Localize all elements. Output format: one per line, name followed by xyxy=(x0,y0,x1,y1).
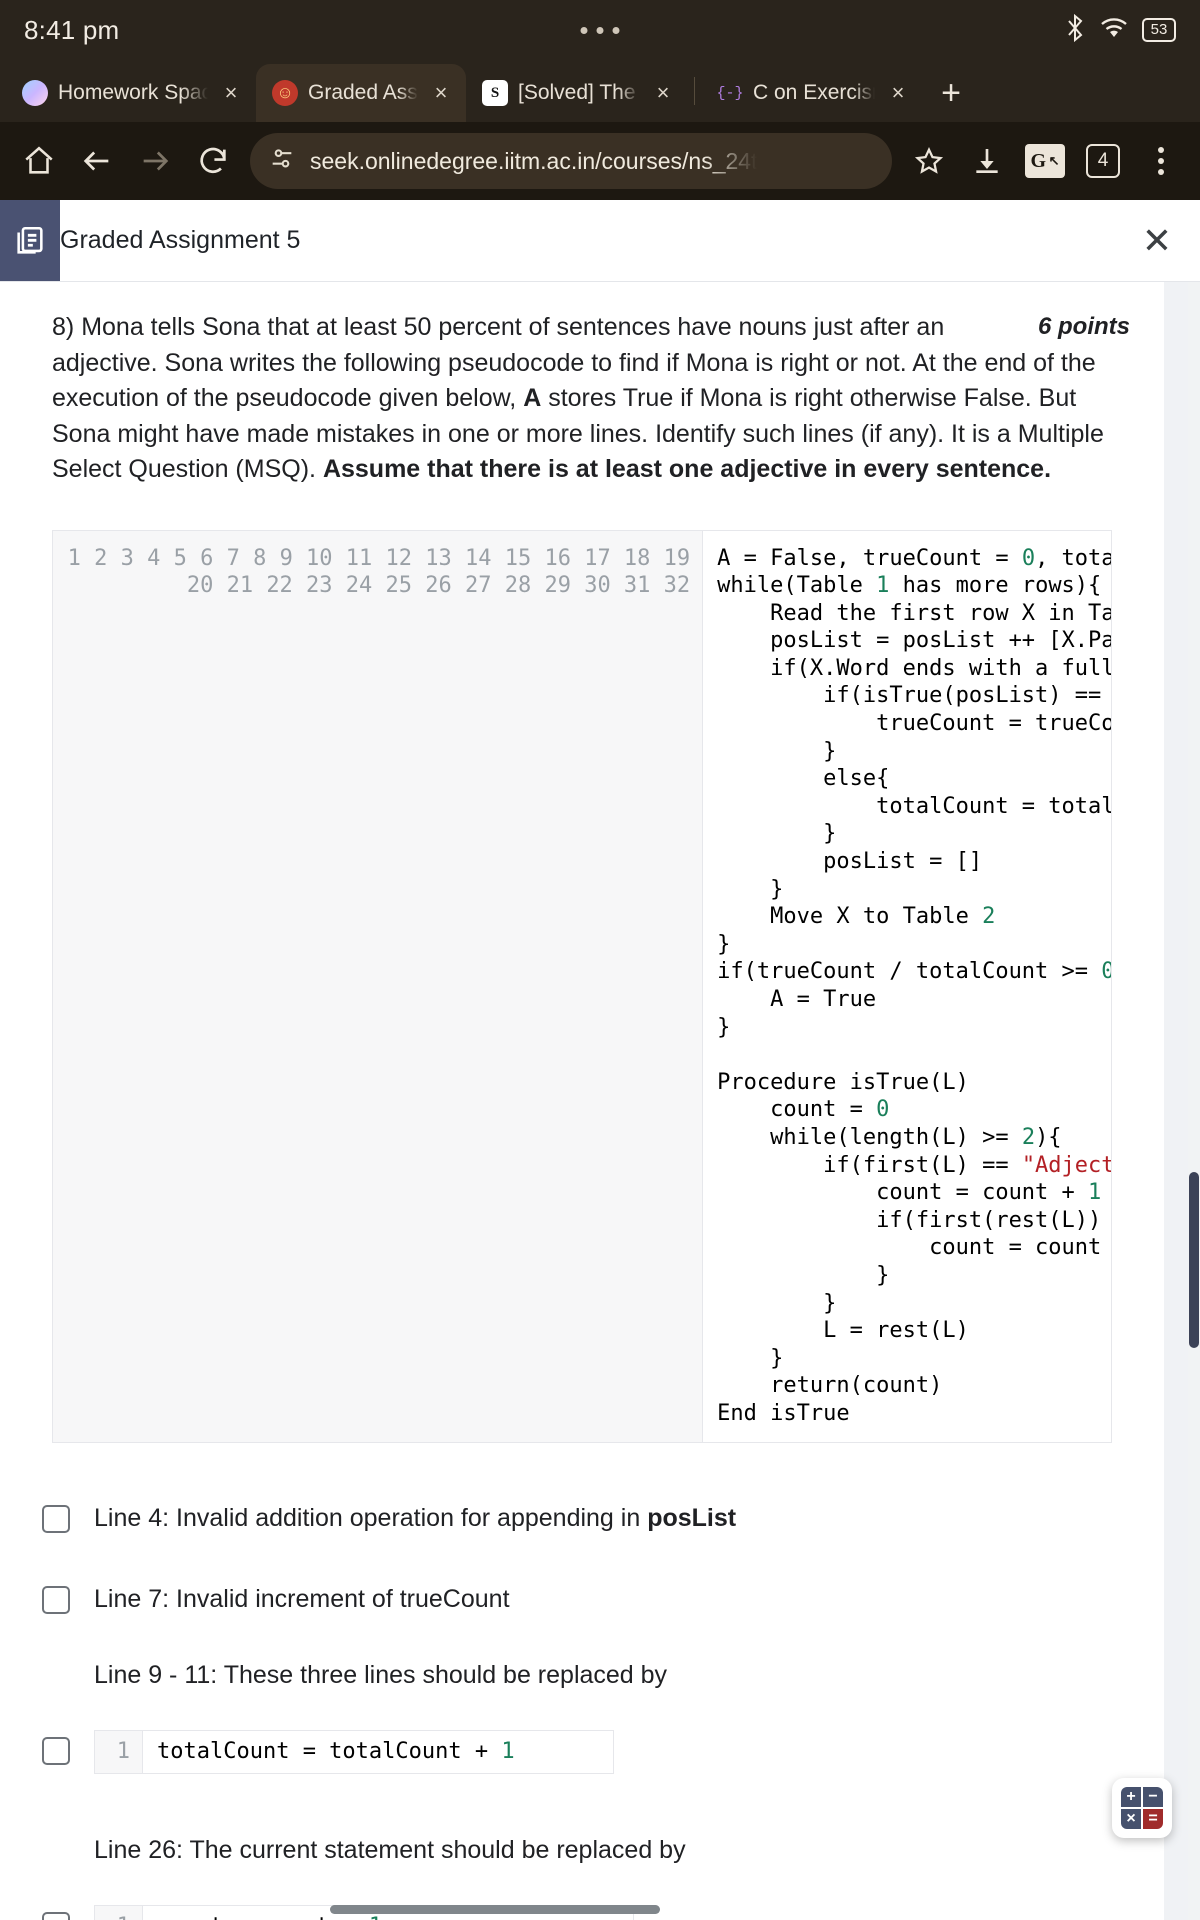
close-icon[interactable]: ✕ xyxy=(1114,200,1200,281)
tab-strip: Homework Space × ☺ Graded Assignmen × S … xyxy=(0,60,1200,122)
forward-arrow-icon[interactable] xyxy=(126,132,184,190)
battery-indicator: 53 xyxy=(1142,17,1176,43)
wifi-icon xyxy=(1100,16,1128,45)
new-tab-button[interactable]: + xyxy=(923,64,979,122)
checkbox-line7[interactable] xyxy=(42,1585,70,1614)
page-title: Graded Assignment 5 xyxy=(60,226,301,254)
browser-tab-homework-space[interactable]: Homework Space × xyxy=(6,64,256,122)
question-number: 8) xyxy=(52,313,75,341)
mini-code-text: totalCount = totalCount + 1 xyxy=(157,1738,515,1764)
question-sheet: 6 points 8) Mona tells Sona that at leas… xyxy=(0,282,1164,1920)
mini-line-number: 1 xyxy=(95,1730,143,1773)
calculator-widget[interactable]: + − × = xyxy=(1112,1778,1172,1838)
status-dots-indicator xyxy=(580,27,620,34)
mini-line-number: 1 xyxy=(95,1905,143,1920)
browser-toolbar: seek.onlinedegree.iitm.ac.in/courses/ns_… xyxy=(0,122,1200,200)
bluetooth-icon xyxy=(1064,13,1086,47)
calculator-icon: + − × = xyxy=(1121,1787,1163,1829)
checkbox-line4[interactable] xyxy=(42,1504,70,1533)
question-text: 6 points 8) Mona tells Sona that at leas… xyxy=(52,310,1130,488)
tab-count-label: 4 xyxy=(1086,144,1120,178)
calc-minus: − xyxy=(1143,1787,1163,1807)
tab-close-icon[interactable]: × xyxy=(885,82,911,104)
browser-tab-graded-assignment[interactable]: ☺ Graded Assignmen × xyxy=(256,64,466,122)
status-clock: 8:41 pm xyxy=(24,14,120,45)
overflow-menu-icon[interactable] xyxy=(1132,132,1190,190)
checkbox-line9-11[interactable] xyxy=(42,1736,70,1765)
calc-times: × xyxy=(1121,1809,1141,1829)
site-settings-icon[interactable] xyxy=(268,145,296,178)
exercism-favicon: {-} xyxy=(717,84,743,102)
download-icon[interactable] xyxy=(958,132,1016,190)
browser-chrome: 8:41 pm 53 Homework Space × ☺ Graded Ass… xyxy=(0,0,1200,200)
question-bold-a: A xyxy=(523,384,542,412)
pseudocode-block: 1 2 3 4 5 6 7 8 9 10 11 12 13 14 15 16 1… xyxy=(52,529,1112,1443)
browser-tab-chegg-solved[interactable]: S [Solved] The given × xyxy=(466,64,688,122)
option-code-line9-11: 1 totalCount = totalCount + 1 xyxy=(94,1729,614,1774)
question-assumption: Assume that there is at least one adject… xyxy=(322,455,1052,483)
url-text: seek.onlinedegree.iitm.ac.in/courses/ns_… xyxy=(310,147,758,174)
tab-close-icon[interactable]: × xyxy=(650,82,676,104)
tab-title: [Solved] The given xyxy=(518,81,640,104)
seek-favicon: ☺ xyxy=(272,80,298,106)
pseudocode-lines: A = False, trueCount = 0, totalCount = 0… xyxy=(717,545,1111,1426)
vertical-scrollbar-thumb[interactable] xyxy=(1189,1172,1199,1348)
browser-tab-c-on-exercism[interactable]: {-} C on Exercism × xyxy=(701,64,923,122)
question-block: 6 points 8) Mona tells Sona that at leas… xyxy=(0,282,1164,488)
assignment-content: 6 points 8) Mona tells Sona that at leas… xyxy=(0,282,1200,1920)
option-label-line4: Line 4: Invalid addition operation for a… xyxy=(94,1503,737,1532)
star-icon[interactable] xyxy=(900,132,958,190)
google-translate-icon[interactable]: G ↖ xyxy=(1016,132,1074,190)
tab-count-button[interactable]: 4 xyxy=(1074,132,1132,190)
option-row-line7[interactable]: Line 7: Invalid increment of trueCount xyxy=(42,1580,1112,1617)
back-arrow-icon[interactable] xyxy=(68,132,126,190)
android-status-bar: 8:41 pm 53 xyxy=(0,0,1200,60)
tab-title: C on Exercism xyxy=(753,81,875,104)
reload-icon[interactable] xyxy=(184,132,242,190)
option-row-line9-11[interactable]: Line 9 - 11: These three lines should be… xyxy=(42,1661,1112,1774)
option-label-line7: Line 7: Invalid increment of trueCount xyxy=(94,1584,510,1613)
option-lead-line9-11: Line 9 - 11: These three lines should be… xyxy=(94,1660,668,1689)
option-lead-line26: Line 26: The current statement should be… xyxy=(94,1835,686,1864)
assignment-header-bar: Graded Assignment 5 ✕ xyxy=(0,200,1200,282)
question-points: 6 points xyxy=(1037,313,1130,340)
pseudocode-line-numbers: 1 2 3 4 5 6 7 8 9 10 11 12 13 14 15 16 1… xyxy=(53,530,704,1442)
tab-close-icon[interactable]: × xyxy=(218,82,244,104)
vertical-scrollbar-track[interactable] xyxy=(1188,282,1200,1920)
tab-title: Graded Assignmen xyxy=(308,81,418,104)
home-icon[interactable] xyxy=(10,132,68,190)
calc-plus: + xyxy=(1121,1787,1141,1807)
tab-title: Homework Space xyxy=(58,81,208,104)
assignment-document-icon xyxy=(0,200,60,281)
tab-close-icon[interactable]: × xyxy=(428,82,454,104)
tab-divider xyxy=(694,77,695,105)
option-row-line4[interactable]: Line 4: Invalid addition operation for a… xyxy=(42,1499,1112,1536)
chegg-favicon: S xyxy=(482,80,508,106)
address-bar[interactable]: seek.onlinedegree.iitm.ac.in/courses/ns_… xyxy=(250,133,892,189)
calc-equals: = xyxy=(1143,1809,1163,1829)
horizontal-scrollbar-thumb[interactable] xyxy=(330,1905,660,1914)
gemini-favicon xyxy=(22,80,48,106)
answer-options: Line 4: Invalid addition operation for a… xyxy=(0,1499,1164,1920)
checkbox-line26[interactable] xyxy=(42,1911,70,1920)
